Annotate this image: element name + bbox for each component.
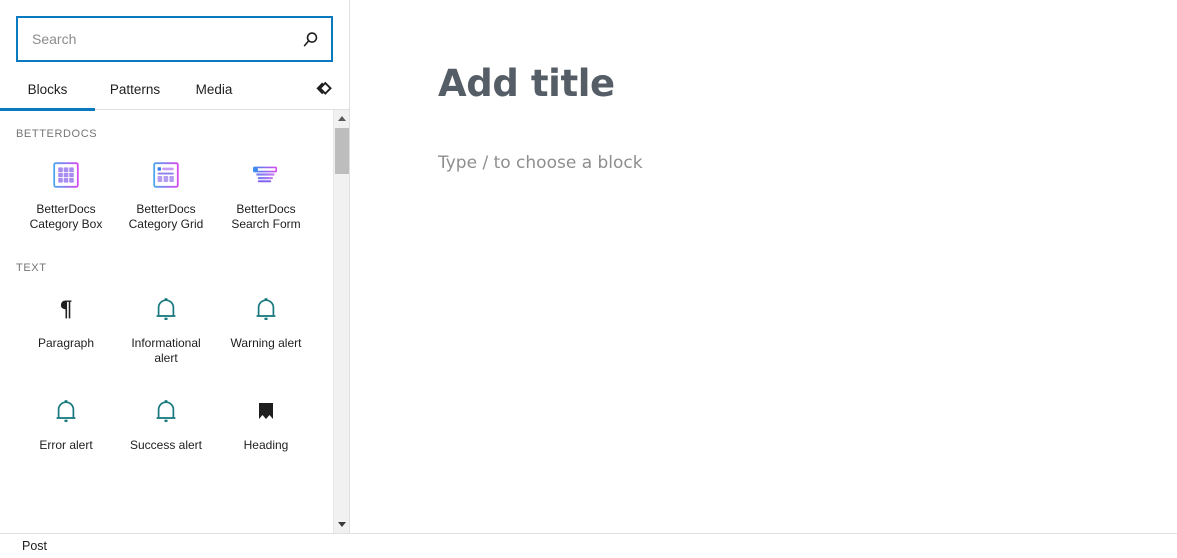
- tab-patterns[interactable]: Patterns: [95, 70, 175, 110]
- block-label: Informational alert: [131, 336, 201, 365]
- search-box[interactable]: [16, 16, 333, 62]
- block-success-alert[interactable]: Success alert: [116, 366, 216, 453]
- pilcrow-icon: ¶: [48, 292, 84, 326]
- bell-icon: [148, 292, 184, 326]
- block-heading[interactable]: Heading: [216, 366, 316, 453]
- search-icon: [303, 31, 317, 46]
- betterdocs-search-form-icon: [248, 158, 284, 192]
- block-label: BetterDocs Search Form: [231, 202, 301, 231]
- block-grid-text: ¶ Paragraph Informational alert Warning …: [0, 274, 334, 453]
- betterdocs-category-grid-icon: [148, 158, 184, 192]
- post-title-input[interactable]: Add title: [438, 62, 1177, 106]
- tab-media[interactable]: Media: [175, 70, 253, 110]
- triangle-down-icon: [338, 522, 346, 527]
- scroll-up-button[interactable]: [334, 110, 349, 127]
- svg-text:¶: ¶: [59, 297, 72, 321]
- block-label: Heading: [243, 438, 289, 452]
- scrollbar-thumb[interactable]: [335, 128, 349, 174]
- bell-icon: [148, 394, 184, 428]
- block-inserter-panel: Blocks Patterns Media BETTERDOCS: [0, 0, 350, 533]
- document-status-bar: Post: [0, 533, 1177, 558]
- block-paragraph[interactable]: ¶ Paragraph: [16, 274, 116, 366]
- betterdocs-category-box-icon: [48, 158, 84, 192]
- block-label: BetterDocs Category Grid: [128, 202, 204, 231]
- block-label: Paragraph: [37, 336, 95, 350]
- block-label: BetterDocs Category Box: [29, 202, 103, 231]
- section-title-betterdocs: BETTERDOCS: [16, 128, 98, 140]
- block-editor-screen: Blocks Patterns Media BETTERDOCS: [0, 0, 1177, 558]
- search-button[interactable]: [295, 24, 325, 54]
- block-error-alert[interactable]: Error alert: [16, 366, 116, 453]
- inserter-tabs: Blocks Patterns Media: [0, 70, 349, 111]
- bookmark-icon: [248, 394, 284, 428]
- breadcrumb-post[interactable]: Post: [22, 539, 47, 553]
- block-label: Success alert: [129, 438, 203, 452]
- tab-blocks[interactable]: Blocks: [0, 70, 95, 111]
- triangle-up-icon: [338, 116, 346, 121]
- editor-canvas[interactable]: Add title Type / to choose a block: [350, 0, 1177, 533]
- block-list-scrollbar[interactable]: [333, 110, 349, 533]
- default-block-placeholder[interactable]: Type / to choose a block: [438, 153, 1177, 173]
- block-list: BETTERDOCS BetterDocs Category Box Bette…: [0, 110, 334, 533]
- block-informational-alert[interactable]: Informational alert: [116, 274, 216, 366]
- block-label: Warning alert: [230, 336, 302, 350]
- search-area: [0, 0, 349, 62]
- block-warning-alert[interactable]: Warning alert: [216, 274, 316, 366]
- section-title-text: TEXT: [16, 262, 47, 274]
- editor-layout: Blocks Patterns Media BETTERDOCS: [0, 0, 1177, 533]
- block-grid-betterdocs: BetterDocs Category Box BetterDocs Categ…: [0, 140, 334, 232]
- block-betterdocs-category-box[interactable]: BetterDocs Category Box: [16, 140, 116, 232]
- scroll-down-button[interactable]: [334, 516, 349, 533]
- close-inserter-button[interactable]: [305, 74, 337, 106]
- block-label: Error alert: [39, 438, 93, 452]
- chevron-double-left-diamond-icon: [316, 81, 332, 95]
- bell-icon: [248, 292, 284, 326]
- block-betterdocs-category-grid[interactable]: BetterDocs Category Grid: [116, 140, 216, 232]
- bell-icon: [48, 394, 84, 428]
- block-list-scroll-region: BETTERDOCS BetterDocs Category Box Bette…: [0, 110, 349, 533]
- search-input[interactable]: [18, 18, 331, 60]
- block-betterdocs-search-form[interactable]: BetterDocs Search Form: [216, 140, 316, 232]
